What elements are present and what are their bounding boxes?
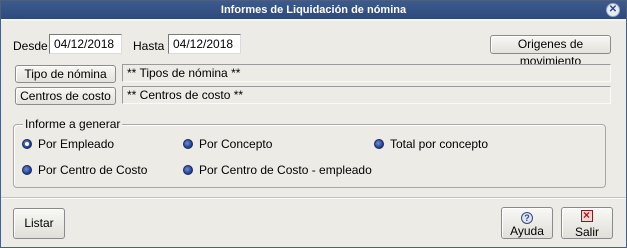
title-bar: Informes de Liquidación de nómina — [1, 1, 626, 19]
listar-button[interactable]: Listar — [13, 208, 65, 239]
radio-icon — [183, 165, 193, 175]
centros-costo-label: Centros de costo — [20, 89, 111, 103]
tipo-nomina-button[interactable]: Tipo de nómina — [15, 65, 116, 83]
radio-checked-icon — [22, 139, 32, 149]
radio-label: Por Empleado — [38, 137, 115, 151]
informe-group — [13, 124, 606, 188]
radio-label: Por Centro de Costo - empleado — [199, 163, 372, 177]
report-window: Informes de Liquidación de nómina ✕ Desd… — [0, 0, 627, 248]
listar-label: Listar — [24, 216, 54, 230]
hasta-date-field[interactable] — [168, 34, 241, 54]
tipo-nomina-value: ** Tipos de nómina ** — [122, 64, 611, 82]
radio-por-centro-costo[interactable]: Por Centro de Costo — [22, 163, 147, 177]
hasta-label: Hasta — [133, 39, 165, 53]
radio-label: Total por concepto — [390, 137, 489, 151]
help-icon: ? — [521, 212, 533, 224]
radio-icon — [374, 139, 384, 149]
footer-divider-highlight — [1, 198, 626, 199]
salir-button[interactable]: Salir — [561, 207, 613, 239]
informe-legend: Informe a generar — [23, 117, 123, 131]
radio-por-centro-costo-empleado[interactable]: Por Centro de Costo - empleado — [183, 163, 372, 177]
centros-costo-value: ** Centros de costo ** — [122, 86, 611, 104]
radio-label: Por Concepto — [199, 137, 273, 151]
ayuda-label: Ayuda — [510, 224, 544, 238]
origenes-movimiento-button[interactable]: Origenes de movimiento — [490, 35, 611, 68]
window-title: Informes de Liquidación de nómina — [220, 4, 407, 16]
title-divider — [1, 19, 626, 21]
exit-icon — [581, 208, 593, 222]
salir-label: Salir — [574, 225, 599, 239]
radio-icon — [183, 139, 193, 149]
centros-costo-button[interactable]: Centros de costo — [15, 87, 116, 105]
close-icon[interactable]: ✕ — [606, 3, 620, 17]
radio-por-concepto[interactable]: Por Concepto — [183, 137, 272, 151]
tipo-nomina-label: Tipo de nómina — [24, 67, 107, 81]
ayuda-button[interactable]: ? Ayuda — [501, 207, 553, 239]
desde-date-field[interactable] — [49, 34, 122, 54]
radio-label: Por Centro de Costo — [38, 163, 148, 177]
radio-total-por-concepto[interactable]: Total por concepto — [374, 137, 488, 151]
radio-icon — [22, 165, 32, 175]
desde-label: Desde — [13, 39, 48, 53]
radio-por-empleado[interactable]: Por Empleado — [22, 137, 114, 151]
